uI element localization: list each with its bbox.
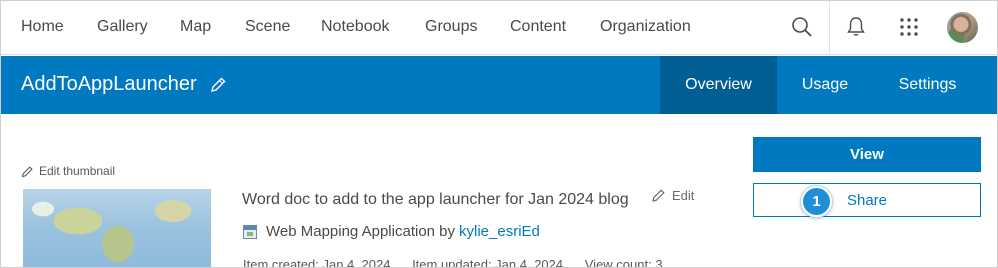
edit-label: Edit bbox=[672, 188, 695, 203]
page-title: AddToAppLauncher bbox=[21, 73, 197, 95]
nav-map[interactable]: Map bbox=[180, 18, 211, 36]
item-header: AddToAppLauncher Overview Usage Settings bbox=[1, 56, 997, 114]
item-page: Home Gallery Map Scene Notebook Groups C… bbox=[0, 0, 998, 268]
nav-notebook[interactable]: Notebook bbox=[321, 18, 390, 36]
search-icon[interactable] bbox=[789, 14, 815, 40]
edit-description-button[interactable]: Edit bbox=[651, 188, 694, 203]
view-count: View count: 3 bbox=[584, 257, 663, 268]
tab-usage[interactable]: Usage bbox=[783, 56, 867, 114]
owner-link[interactable]: kylie_esriEd bbox=[459, 223, 540, 240]
web-app-icon bbox=[243, 224, 257, 239]
avatar[interactable] bbox=[947, 12, 978, 43]
view-button[interactable]: View bbox=[753, 137, 981, 172]
tab-overview[interactable]: Overview bbox=[660, 56, 777, 114]
nav-divider bbox=[829, 1, 830, 55]
item-created: Item created: Jan 4, 2024 bbox=[243, 257, 391, 268]
item-thumbnail bbox=[23, 189, 211, 267]
item-metadata: Item created: Jan 4, 2024 Item updated: … bbox=[243, 257, 681, 268]
step-callout-badge: 1 bbox=[801, 186, 832, 217]
pencil-icon bbox=[652, 189, 665, 202]
app-launcher-icon[interactable] bbox=[896, 14, 922, 40]
nav-organization[interactable]: Organization bbox=[600, 18, 691, 36]
item-type-line: Web Mapping Application by kylie_esriEd bbox=[243, 223, 540, 240]
item-type-label: Web Mapping Application by bbox=[266, 223, 456, 240]
item-description: Word doc to add to the app launcher for … bbox=[242, 191, 629, 208]
top-navigation: Home Gallery Map Scene Notebook Groups C… bbox=[1, 1, 997, 55]
nav-content[interactable]: Content bbox=[510, 18, 566, 36]
tab-settings[interactable]: Settings bbox=[881, 56, 974, 114]
nav-home[interactable]: Home bbox=[21, 18, 64, 36]
pencil-icon bbox=[21, 165, 33, 177]
item-updated: Item updated: Jan 4, 2024 bbox=[412, 257, 564, 268]
nav-gallery[interactable]: Gallery bbox=[97, 18, 148, 36]
nav-scene[interactable]: Scene bbox=[245, 18, 290, 36]
share-button[interactable]: Share bbox=[753, 183, 981, 217]
edit-thumbnail-link[interactable]: Edit thumbnail bbox=[21, 164, 115, 178]
nav-groups[interactable]: Groups bbox=[425, 18, 477, 36]
edit-thumbnail-label: Edit thumbnail bbox=[39, 164, 116, 178]
edit-title-icon[interactable] bbox=[209, 76, 227, 94]
bell-icon[interactable] bbox=[843, 14, 869, 40]
